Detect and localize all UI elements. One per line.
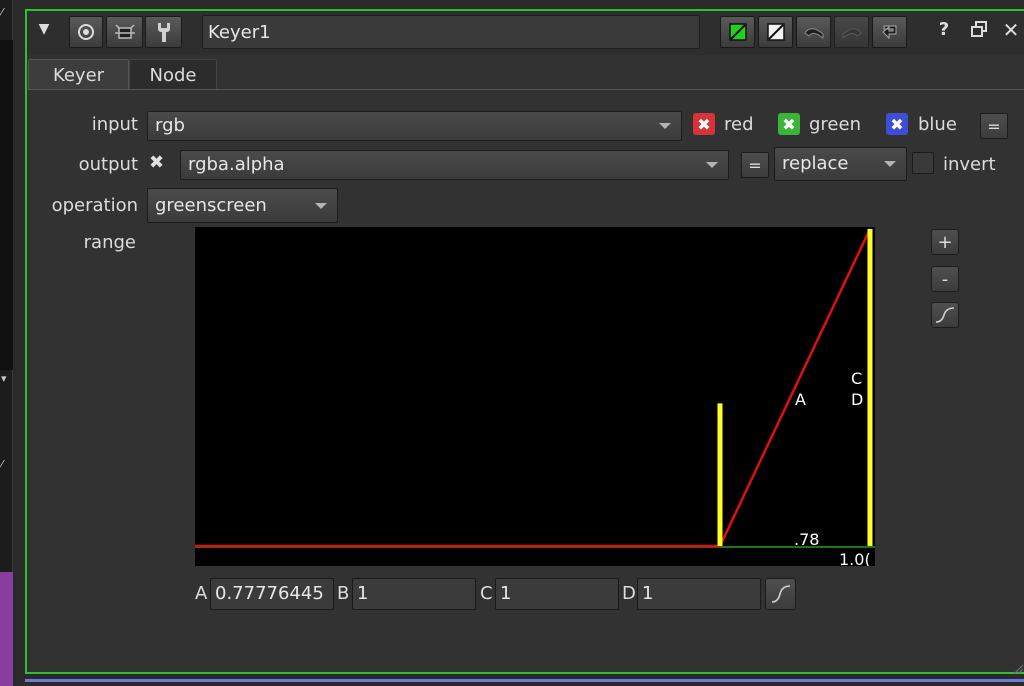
panel-divider	[25, 679, 1024, 682]
close-icon[interactable]: ✕	[1000, 18, 1022, 44]
check-x-icon: ✖	[149, 152, 165, 173]
channel-red-label: red	[724, 114, 754, 135]
grip-icon: ⁄	[1, 458, 3, 471]
curve-icon	[771, 585, 790, 603]
invert-checkbox[interactable]	[912, 152, 934, 174]
marker-d-readout: 1.0(	[839, 550, 871, 566]
value-a-label: A	[195, 583, 208, 604]
marker-a-readout: .78	[794, 530, 820, 549]
left-panel-edge: ⁄ ▾ ⁄	[0, 0, 13, 686]
range-curve-graph[interactable]: A C D .78 1.0(	[195, 227, 875, 566]
tab-divider	[28, 89, 1024, 90]
value-b-field[interactable]: 1	[352, 578, 476, 610]
channel-blue-checkbox[interactable]: ✖	[886, 113, 908, 135]
check-x-icon: ✖	[697, 114, 711, 134]
target-icon	[78, 24, 94, 40]
tab-node[interactable]: Node	[129, 59, 217, 90]
value-d-label: D	[622, 583, 636, 604]
channel-green-checkbox[interactable]: ✖	[778, 113, 800, 135]
undo-button[interactable]	[796, 16, 831, 48]
revert-button[interactable]	[872, 16, 907, 48]
marker-c-label: C	[851, 369, 863, 388]
resize-grip-icon[interactable]	[1010, 660, 1024, 675]
input-channel-value: rgb	[155, 115, 185, 136]
chevron-down-icon	[706, 162, 718, 168]
value-d-field[interactable]: 1	[637, 578, 761, 610]
channel-red-checkbox[interactable]: ✖	[693, 113, 715, 135]
color-swatch-icon	[728, 23, 747, 41]
marker-a-label: A	[795, 390, 806, 409]
curve-editor-button[interactable]	[931, 302, 959, 328]
undo-icon	[803, 28, 823, 40]
zoom-out-button[interactable]: -	[931, 266, 959, 292]
keyer-curve-line	[195, 228, 872, 548]
output-mode-dropdown[interactable]: replace	[774, 147, 907, 181]
output-label: output	[78, 154, 138, 175]
collapse-triangle-icon[interactable]: ▼	[36, 21, 52, 37]
node-font-color-button[interactable]	[758, 16, 793, 48]
left-panel-body	[0, 40, 13, 370]
output-enable-checkbox[interactable]: ✖	[149, 152, 171, 174]
input-channel-dropdown[interactable]: rgb	[147, 111, 682, 141]
value-c-field[interactable]: 1	[495, 578, 619, 610]
output-channel-dropdown[interactable]: rgba.alpha	[180, 150, 729, 180]
redo-icon	[842, 28, 862, 40]
grip-icon: ⁄	[1, 6, 3, 19]
chevron-down-icon	[659, 123, 671, 129]
invert-label: invert	[943, 154, 996, 175]
check-x-icon: ✖	[782, 114, 796, 134]
operation-label: operation	[51, 195, 138, 216]
chevron-down-icon	[315, 203, 327, 209]
node-viewer-button[interactable]	[69, 16, 103, 48]
node-color-button[interactable]	[720, 16, 755, 48]
check-x-icon: ✖	[890, 114, 904, 134]
node-name-field[interactable]: Keyer1	[202, 15, 700, 49]
output-mode-value: replace	[782, 153, 849, 174]
marker-d-label: D	[851, 390, 864, 409]
input-link-button[interactable]: =	[980, 113, 1008, 139]
range-label: range	[83, 232, 136, 253]
channel-green-label: green	[809, 114, 861, 135]
color-swatch-icon	[766, 23, 785, 41]
value-curve-button[interactable]	[765, 578, 796, 610]
chevron-down-icon	[884, 161, 896, 167]
input-label: input	[91, 114, 138, 135]
zoom-in-button[interactable]: +	[931, 229, 959, 255]
redo-button[interactable]	[834, 16, 869, 48]
value-b-label: B	[337, 583, 350, 604]
channel-blue-label: blue	[918, 114, 957, 135]
value-c-label: C	[480, 583, 493, 604]
float-panel-icon[interactable]	[970, 20, 990, 44]
revert-icon	[881, 25, 896, 40]
left-panel-node-color	[0, 572, 13, 686]
wrench-icon	[157, 23, 170, 42]
operation-dropdown[interactable]: greenscreen	[147, 188, 338, 223]
output-link-button[interactable]: =	[741, 152, 769, 178]
curve-icon	[935, 307, 955, 323]
help-icon[interactable]: ?	[934, 19, 954, 45]
tab-keyer[interactable]: Keyer	[28, 59, 129, 90]
output-channel-value: rgba.alpha	[188, 154, 285, 175]
range-curve-svg	[195, 228, 875, 548]
operation-value: greenscreen	[155, 195, 267, 216]
chevron-down-icon[interactable]: ▾	[1, 372, 7, 385]
node-center-button[interactable]	[106, 16, 143, 48]
bug-icon	[114, 24, 135, 39]
node-settings-button[interactable]	[145, 16, 182, 48]
value-a-field[interactable]: 0.77776445	[210, 578, 334, 610]
